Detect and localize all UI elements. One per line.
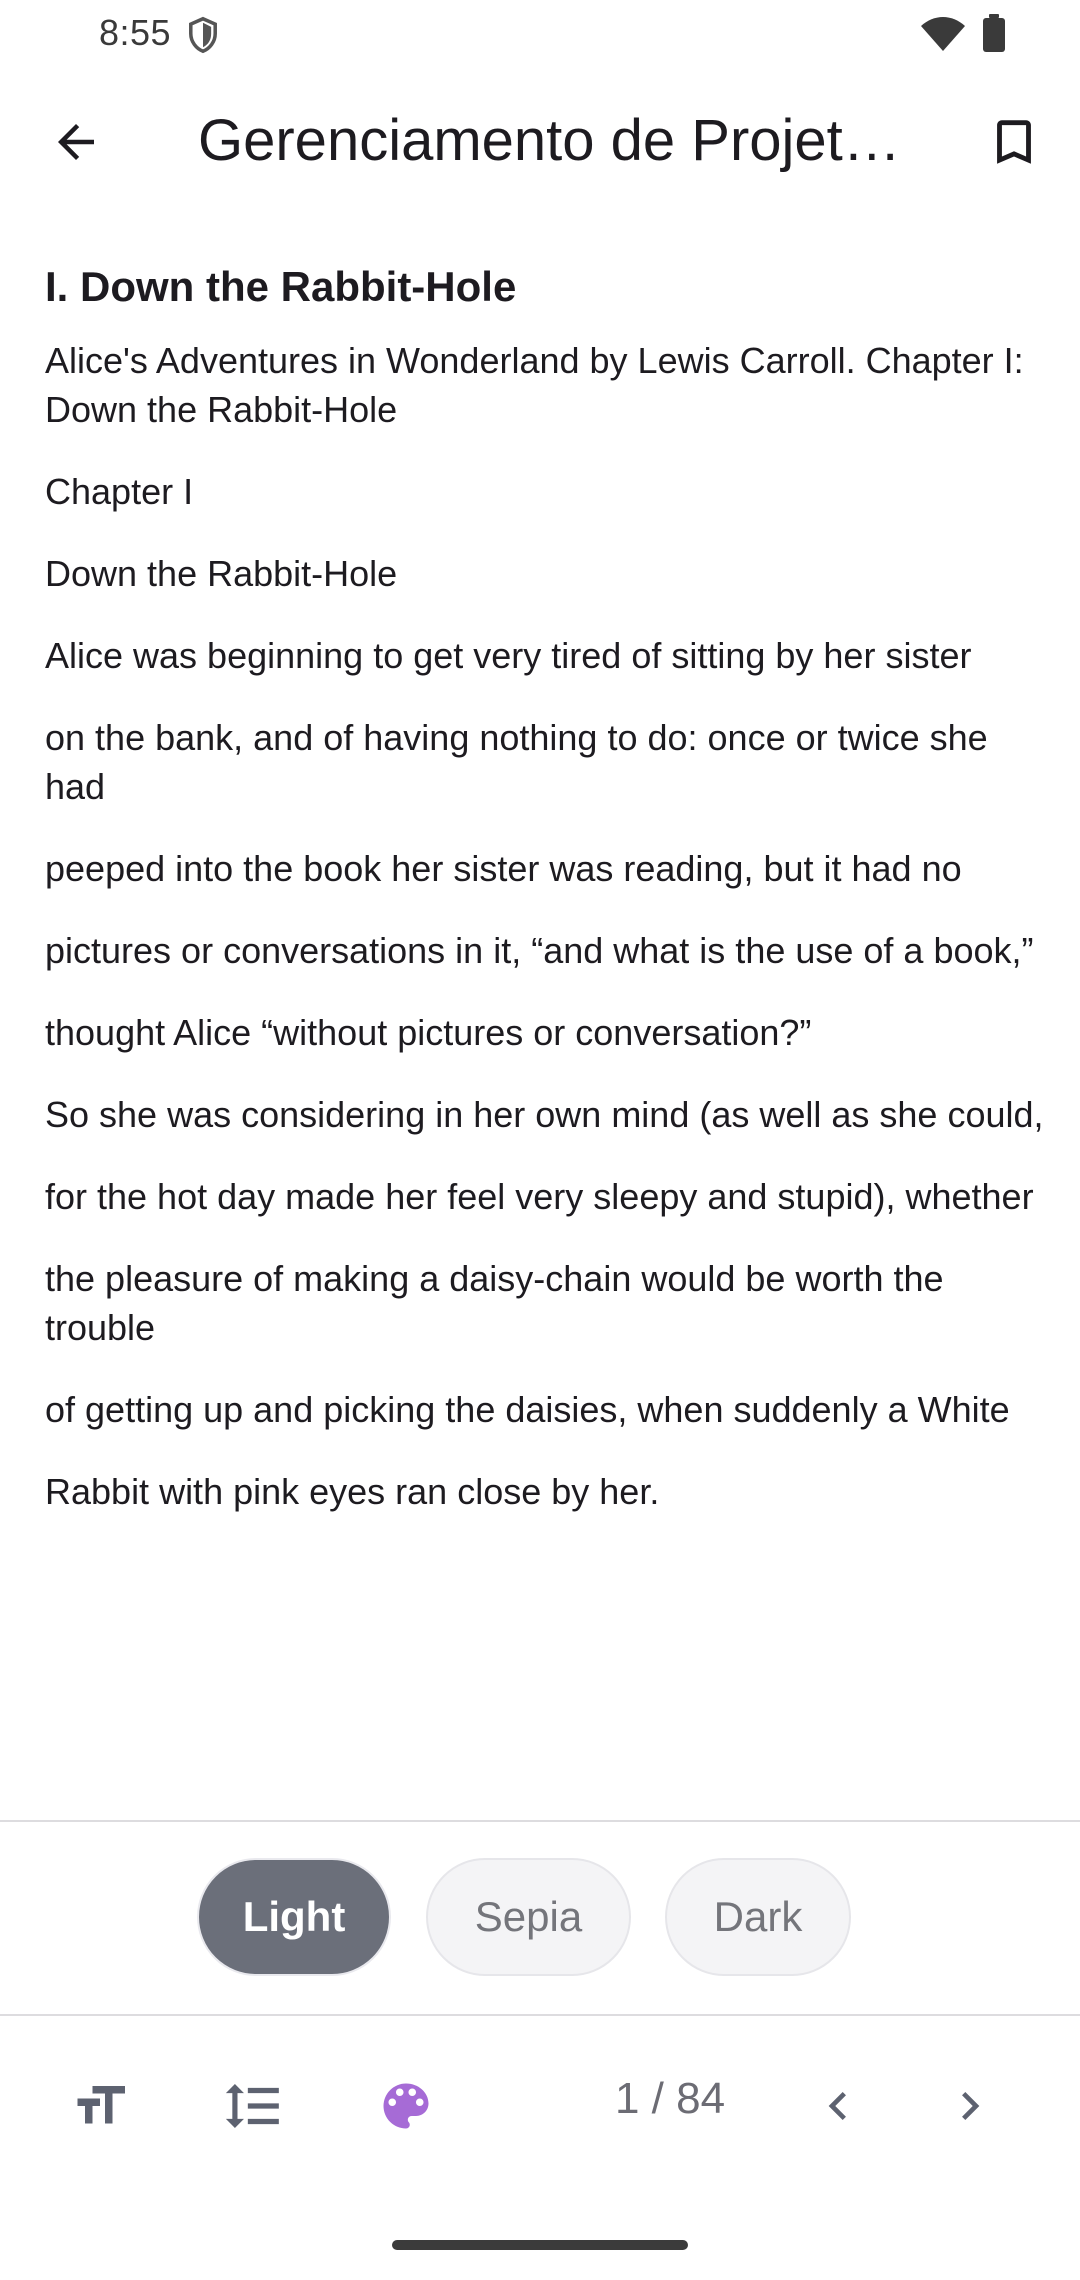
status-time: 8:55 [99, 12, 172, 53]
wifi-icon [921, 17, 965, 51]
bookmark-button[interactable] [974, 102, 1054, 182]
text-size-icon [77, 2086, 125, 2124]
paragraph: thought Alice “without pictures or conve… [45, 1012, 812, 1053]
book-title: Gerenciamento de Projet… [198, 108, 901, 173]
paragraph: for the hot day made her feel very sleep… [45, 1176, 1034, 1217]
line-spacing-button[interactable] [205, 2058, 301, 2154]
paragraph: Rabbit with pink eyes ran close by her. [45, 1471, 660, 1512]
paragraph: Alice was beginning to get very tired of… [45, 635, 972, 676]
font-size-button[interactable] [52, 2058, 148, 2154]
home-indicator[interactable] [392, 2240, 688, 2250]
theme-chip-light[interactable]: Light [197, 1858, 391, 1976]
chevron-left-icon [828, 2092, 846, 2120]
paragraph: Alice's Adventures in Wonderland by Lewi… [45, 340, 1024, 430]
theme-chip-dark[interactable]: Dark [665, 1858, 851, 1976]
line-spacing-icon [225, 2084, 279, 2128]
paragraph: pictures or conversations in it, “and wh… [45, 930, 1034, 971]
app-bar: Gerenciamento de Projet… [0, 70, 1080, 212]
divider [0, 1820, 1080, 1822]
previous-page-button[interactable] [790, 2058, 886, 2154]
chapter-heading: I. Down the Rabbit-Hole [45, 263, 517, 310]
back-button[interactable] [36, 102, 116, 182]
reader-content[interactable]: I. Down the Rabbit-Hole Alice's Adventur… [45, 262, 1045, 1822]
divider [0, 2014, 1080, 2016]
theme-selector: Light Sepia Dark [0, 1824, 1080, 2014]
arrow-back-icon [58, 124, 94, 160]
paragraph: on the bank, and of having nothing to do… [45, 717, 988, 807]
next-page-button[interactable] [922, 2058, 1018, 2154]
paragraph: So she was considering in her own mind (… [45, 1094, 1044, 1135]
battery-icon [983, 14, 1005, 52]
paragraph: the pleasure of making a daisy-chain wou… [45, 1258, 944, 1348]
theme-chip-sepia[interactable]: Sepia [426, 1858, 631, 1976]
paragraph: Chapter I [45, 471, 194, 512]
shield-icon [189, 16, 217, 54]
chevron-right-icon [962, 2092, 980, 2120]
palette-icon [383, 2083, 429, 2129]
theme-button[interactable] [358, 2058, 454, 2154]
paragraph: peeped into the book her sister was read… [45, 848, 962, 889]
paragraph: Down the Rabbit-Hole [45, 553, 398, 594]
page-indicator: 1 / 84 [614, 2074, 726, 2123]
status-bar: 8:55 [0, 0, 1080, 68]
paragraph: of getting up and picking the daisies, w… [45, 1389, 1010, 1430]
reader-toolbar: 1 / 84 [0, 2018, 1080, 2208]
bookmark-outline-icon [997, 120, 1031, 164]
